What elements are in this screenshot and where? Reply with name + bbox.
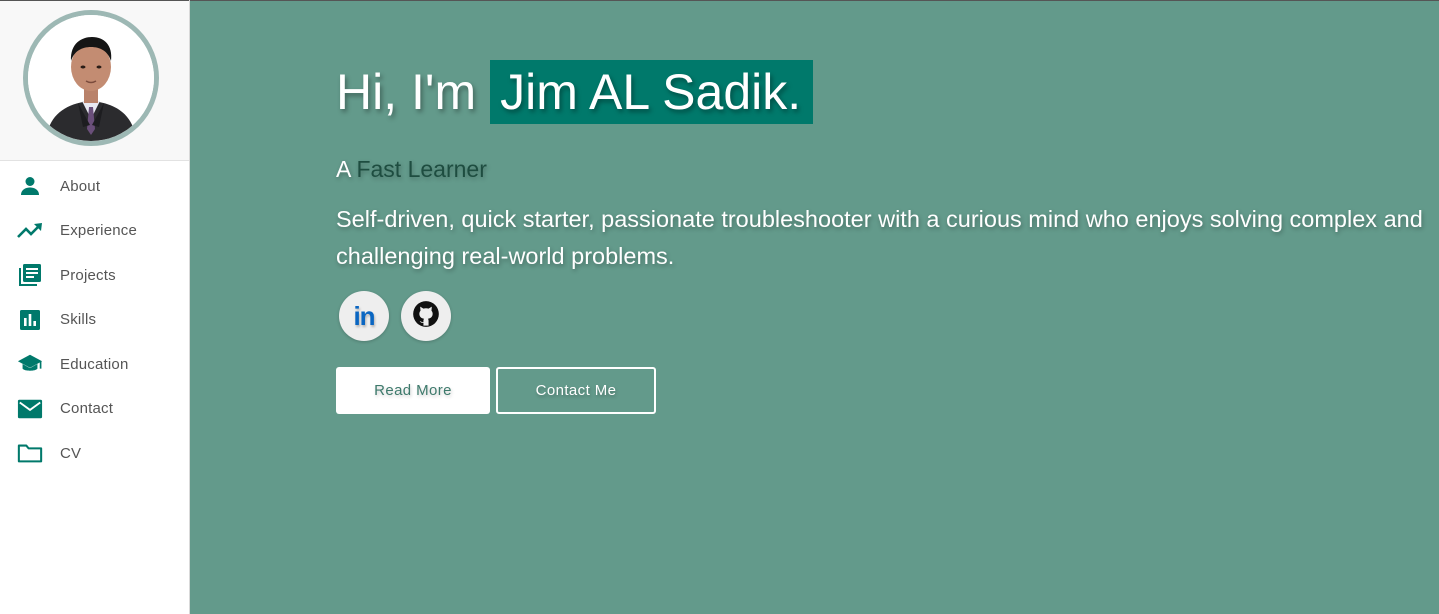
sidebar-item-label: Experience — [60, 222, 138, 240]
contact-me-button[interactable]: Contact Me — [496, 367, 656, 414]
school-icon — [17, 351, 43, 377]
avatar-photo — [28, 15, 154, 141]
trending-up-icon — [17, 218, 43, 244]
sidebar-item-label: CV — [60, 444, 82, 462]
github-icon — [412, 300, 440, 333]
linkedin-button[interactable]: in — [339, 291, 389, 341]
sidebar-item-label: Skills — [60, 311, 97, 329]
tagline-prefix: A — [336, 156, 351, 182]
tagline-highlight: Fast Learner — [356, 156, 487, 182]
sidebar-item-projects[interactable]: Projects — [0, 253, 189, 298]
hero-tagline: A Fast Learner — [336, 156, 487, 183]
email-icon — [17, 396, 43, 422]
sidebar-item-label: Projects — [60, 266, 116, 284]
sidebar-item-contact[interactable]: Contact — [0, 387, 189, 432]
sidebar: About Experience Projects Skills Educati… — [0, 0, 190, 614]
person-icon — [17, 173, 43, 199]
github-button[interactable] — [401, 291, 451, 341]
sidebar-nav: About Experience Projects Skills Educati… — [0, 164, 189, 476]
read-more-button[interactable]: Read More — [336, 367, 490, 414]
profile-block — [0, 0, 189, 161]
hero-actions: Read More Contact Me — [336, 367, 656, 414]
bar-chart-icon — [17, 307, 43, 333]
sidebar-item-about[interactable]: About — [0, 164, 189, 209]
sidebar-item-label: About — [60, 177, 101, 195]
folder-icon — [17, 440, 43, 466]
hero-section: Hi, I'm Jim AL Sadik. A Fast Learner Sel… — [190, 0, 1439, 614]
sidebar-item-label: Education — [60, 355, 129, 373]
hero-intro: Self-driven, quick starter, passionate t… — [336, 206, 1423, 269]
hero-name: Jim AL Sadik. — [490, 60, 814, 124]
avatar[interactable] — [23, 10, 159, 146]
sidebar-item-label: Contact — [60, 400, 114, 418]
library-books-icon — [17, 262, 43, 288]
sidebar-item-experience[interactable]: Experience — [0, 209, 189, 254]
sidebar-item-cv[interactable]: CV — [0, 431, 189, 476]
linkedin-icon: in — [353, 300, 375, 331]
sidebar-item-skills[interactable]: Skills — [0, 298, 189, 343]
hero-headline: Hi, I'm Jim AL Sadik. — [336, 60, 814, 124]
hero-greeting: Hi, I'm — [336, 64, 477, 120]
sidebar-item-education[interactable]: Education — [0, 342, 189, 387]
social-links: in — [339, 291, 451, 341]
